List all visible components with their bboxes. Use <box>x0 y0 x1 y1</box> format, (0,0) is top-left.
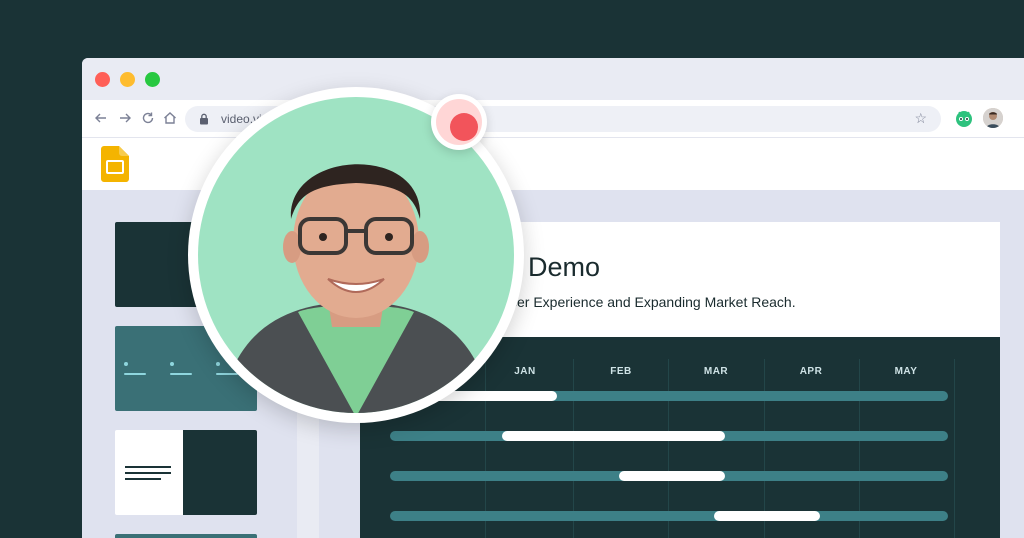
back-arrow-icon[interactable] <box>92 109 110 127</box>
navigation-bar: video.vid ☆ <box>82 100 1024 138</box>
timeline-track <box>390 511 948 521</box>
slide-thumbnail-4[interactable] <box>115 534 257 538</box>
slide-subtitle: ser Experience and Expanding Market Reac… <box>510 294 796 310</box>
timeline-bar[interactable] <box>713 511 820 521</box>
slide-thumbnail-3[interactable] <box>115 430 257 515</box>
timeline-bar[interactable] <box>501 431 725 441</box>
google-slides-icon[interactable] <box>101 146 129 182</box>
timeline-bar[interactable] <box>618 471 725 481</box>
month-label: APR <box>799 366 823 377</box>
home-icon[interactable] <box>161 109 179 127</box>
month-label: MAY <box>894 366 918 377</box>
profile-avatar[interactable] <box>983 108 1003 128</box>
forward-arrow-icon[interactable] <box>116 109 134 127</box>
record-icon <box>450 113 478 141</box>
slide-title: Demo <box>528 252 601 282</box>
maximize-window-button[interactable] <box>145 72 160 87</box>
reload-icon[interactable] <box>139 109 157 127</box>
month-label: MAR <box>703 366 729 377</box>
close-window-button[interactable] <box>95 72 110 87</box>
title-bar <box>82 58 1024 100</box>
month-label: JAN <box>514 366 536 377</box>
bookmark-star-icon[interactable]: ☆ <box>914 110 927 127</box>
minimize-window-button[interactable] <box>120 72 135 87</box>
record-button[interactable] <box>431 94 487 150</box>
lock-icon <box>200 113 208 125</box>
month-label: FEB <box>610 366 632 377</box>
extension-icon[interactable] <box>954 108 974 128</box>
